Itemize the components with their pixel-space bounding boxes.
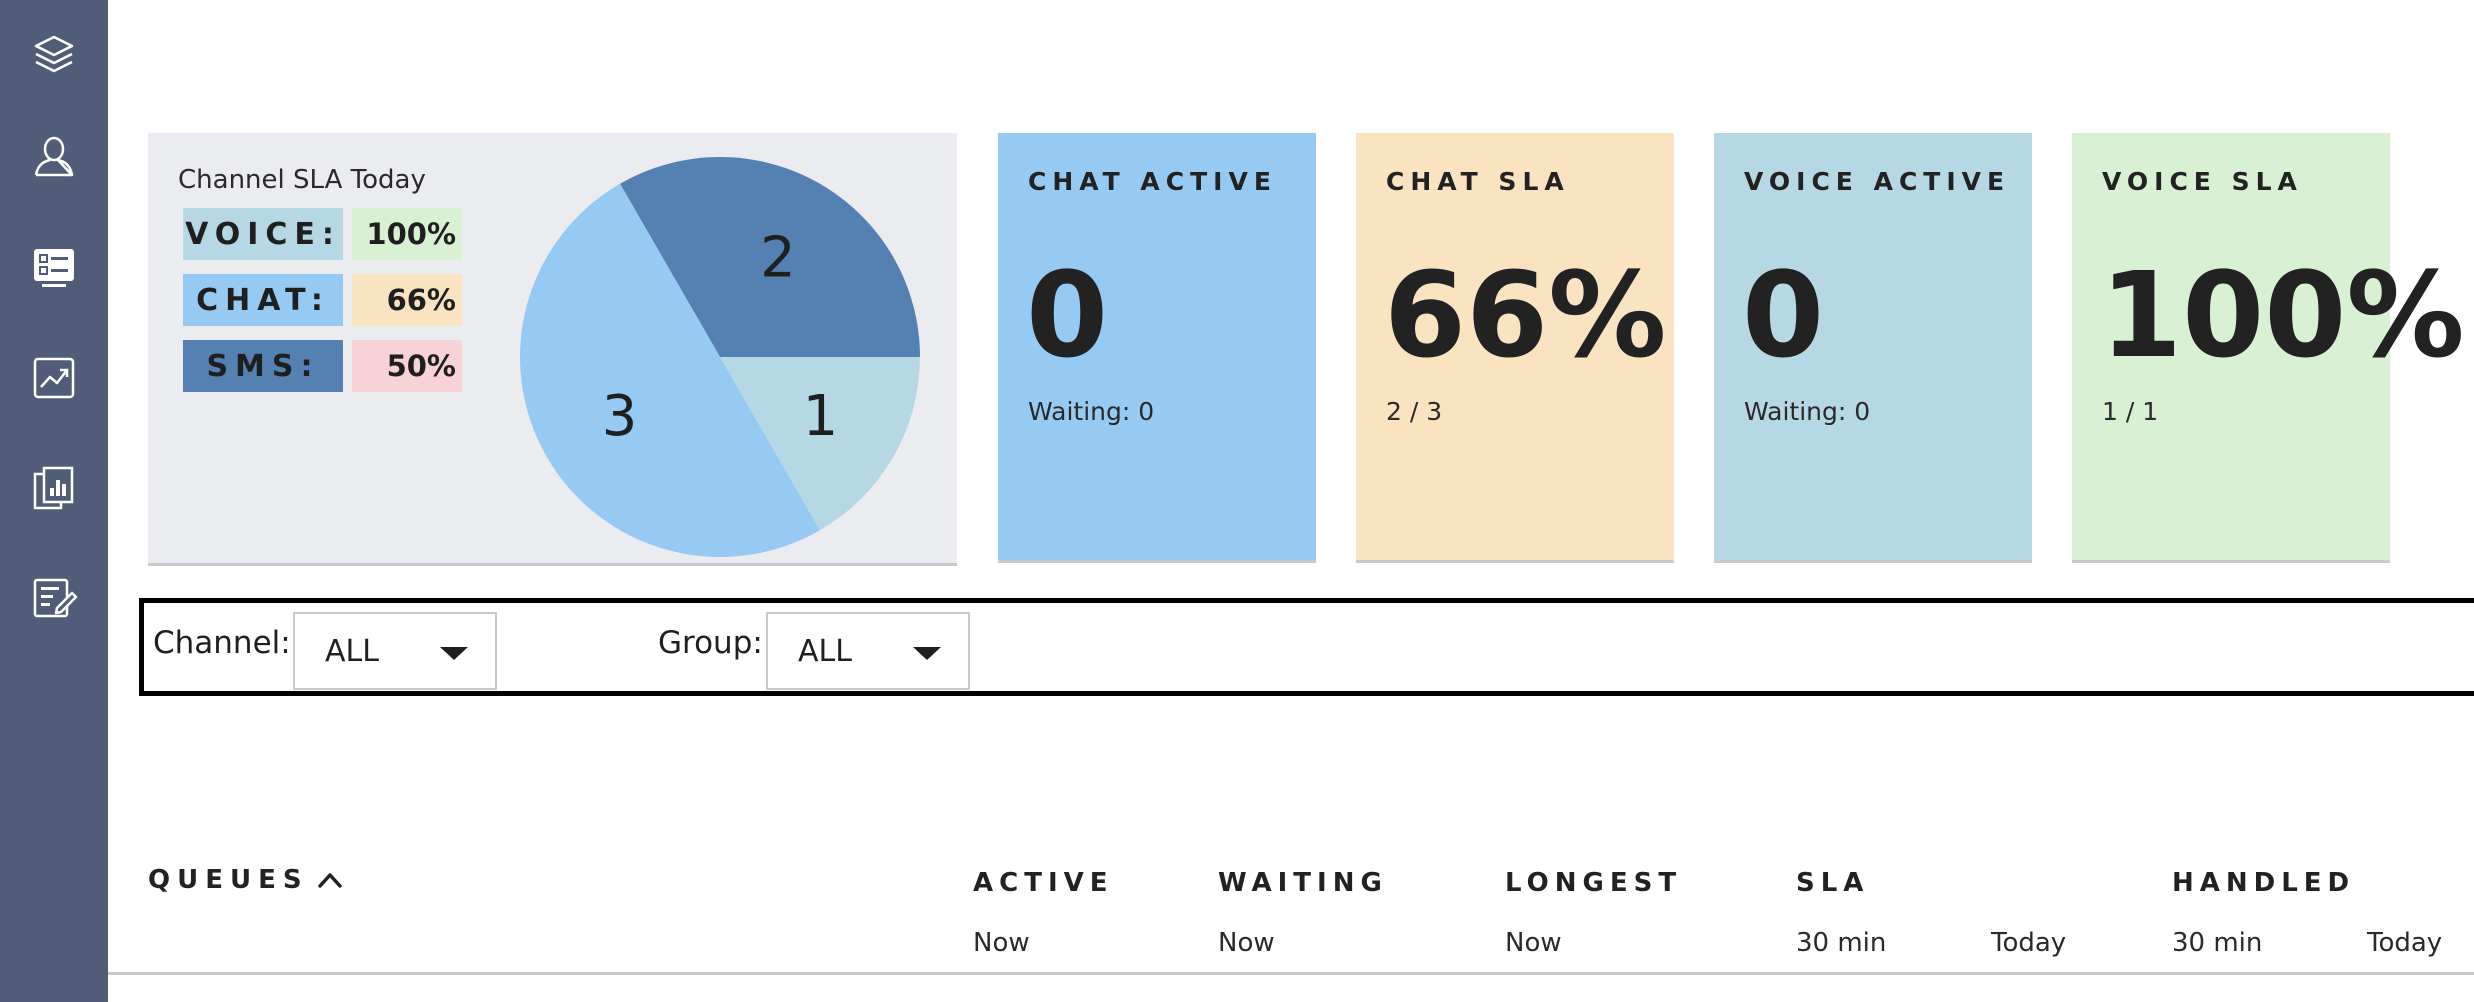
legend-value: 100% — [352, 208, 462, 260]
col-header-waiting[interactable]: WAITING — [1218, 868, 1388, 898]
chat-active-card: CHAT ACTIVE 0 Waiting: 0 — [998, 133, 1316, 563]
legend-value: 50% — [352, 340, 462, 392]
edit-form-icon — [33, 578, 78, 618]
col-subheader-sla-today: Today — [1991, 928, 2067, 958]
sidebar-item-reports[interactable] — [0, 433, 108, 543]
pie-slice-label: 3 — [602, 384, 638, 449]
pie-slice-label: 2 — [760, 226, 796, 291]
panel-title: Channel SLA Today — [178, 165, 426, 195]
col-subheader-sla-30min: 30 min — [1796, 928, 1887, 958]
sidebar — [0, 0, 108, 1002]
col-header-active[interactable]: ACTIVE — [973, 868, 1114, 898]
col-subheader-handled-today: Today — [2367, 928, 2443, 958]
col-subheader-handled-30min: 30 min — [2172, 928, 2263, 958]
queues-toggle[interactable]: QUEUES — [148, 865, 345, 895]
group-select[interactable]: ALL — [766, 612, 970, 690]
col-subheader-active-now: Now — [973, 928, 1030, 958]
col-header-handled[interactable]: HANDLED — [2172, 868, 2355, 898]
channel-select-value: ALL — [325, 634, 379, 669]
chevron-down-icon — [440, 647, 468, 660]
card-subtext: 1 / 1 — [2102, 397, 2159, 426]
card-title: VOICE ACTIVE — [1744, 167, 2011, 196]
card-value: 66% — [1384, 246, 1667, 384]
table-header-divider — [108, 972, 2474, 975]
legend-label: SMS: — [183, 340, 343, 392]
trend-chart-icon — [33, 357, 75, 399]
legend-label: CHAT: — [183, 274, 343, 326]
card-list-icon — [34, 249, 74, 287]
card-subtext: 2 / 3 — [1386, 397, 1443, 426]
voice-sla-card: VOICE SLA 100% 1 / 1 — [2072, 133, 2465, 563]
app-root: Channel SLA Today VOICE: 100% CHAT: 66% … — [0, 0, 2474, 1002]
report-icon — [33, 466, 74, 510]
col-subheader-longest-now: Now — [1505, 928, 1562, 958]
card-value: 0 — [1742, 246, 1825, 384]
legend-label: VOICE: — [183, 208, 343, 260]
card-subtext: Waiting: 0 — [1028, 397, 1155, 426]
col-header-sla[interactable]: SLA — [1796, 868, 1869, 898]
col-subheader-waiting-now: Now — [1218, 928, 1275, 958]
voice-active-card: VOICE ACTIVE 0 Waiting: 0 — [1714, 133, 2032, 563]
pie-chart: 2 1 3 — [520, 157, 920, 557]
card-value: 100% — [2100, 246, 2465, 384]
channel-sla-panel: Channel SLA Today VOICE: 100% CHAT: 66% … — [148, 133, 957, 566]
card-title: CHAT SLA — [1386, 167, 1570, 196]
layers-icon — [34, 35, 74, 73]
channel-filter-label: Channel: — [153, 625, 291, 661]
chevron-down-icon — [913, 647, 941, 660]
user-icon — [34, 136, 74, 177]
sidebar-item-forms[interactable] — [0, 543, 108, 653]
chat-sla-card: CHAT SLA 66% 2 / 3 — [1356, 133, 1674, 563]
filter-bar: Channel: ALL Group: ALL — [139, 598, 2474, 696]
channel-select[interactable]: ALL — [293, 612, 497, 690]
card-subtext: Waiting: 0 — [1744, 397, 1871, 426]
pie-slice-label: 1 — [803, 384, 839, 449]
group-select-value: ALL — [798, 634, 852, 669]
group-filter-label: Group: — [658, 625, 763, 661]
card-title: CHAT ACTIVE — [1028, 167, 1277, 196]
card-title: VOICE SLA — [2102, 167, 2303, 196]
sidebar-item-analytics[interactable] — [0, 323, 108, 433]
card-value: 0 — [1026, 246, 1109, 384]
sidebar-item-dashboard[interactable] — [0, 212, 108, 322]
col-header-longest[interactable]: LONGEST — [1505, 868, 1682, 898]
queues-title: QUEUES — [148, 865, 309, 895]
chevron-up-icon — [317, 873, 342, 888]
sidebar-item-agents[interactable] — [0, 102, 108, 212]
sidebar-item-layers[interactable] — [0, 0, 108, 110]
legend-value: 66% — [352, 274, 462, 326]
